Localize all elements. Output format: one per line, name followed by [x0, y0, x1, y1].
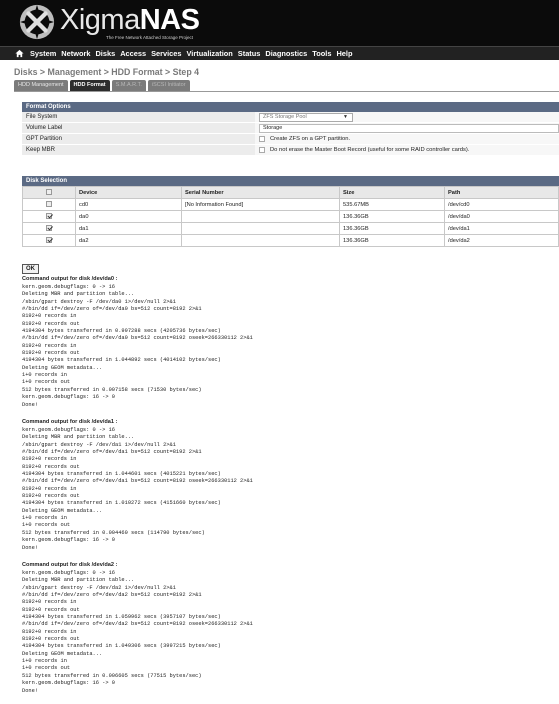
- keep-mbr-text: Do not erase the Master Boot Record (use…: [270, 146, 470, 153]
- disk-table: Device Serial Number Size Path cd0 [No I…: [22, 186, 559, 247]
- format-options-panel: Format Options File System ZFS Storage P…: [22, 102, 559, 156]
- row-checkbox-cell: [22, 234, 76, 247]
- size-cell: 136.36GB: [339, 210, 445, 223]
- logo-tagline: The Free Network Attached Storage Projec…: [106, 34, 194, 40]
- serial-cell: [181, 222, 340, 235]
- keep-mbr-label: Keep MBR: [22, 145, 255, 155]
- menu-help[interactable]: Help: [336, 49, 352, 58]
- menu-access[interactable]: Access: [120, 49, 146, 58]
- keep-mbr-row: Keep MBR Do not erase the Master Boot Re…: [22, 145, 559, 156]
- menu-tools[interactable]: Tools: [312, 49, 331, 58]
- tab-iscsi-initiator[interactable]: iSCSI Initiator: [147, 80, 190, 91]
- col-serial: Serial Number: [181, 186, 340, 199]
- command-output-title: Command output for disk /dev/da0 :: [22, 276, 118, 282]
- path-cell: /dev/cd0: [444, 198, 559, 211]
- file-system-label: File System: [22, 112, 255, 122]
- command-output-text: kern.geom.debugflags: 0 -> 16 Deleting M…: [22, 570, 253, 694]
- row-checkbox[interactable]: [46, 212, 52, 219]
- table-row: da0 136.36GB /dev/da0: [22, 210, 559, 223]
- menu-status[interactable]: Status: [238, 49, 261, 58]
- row-checkbox[interactable]: [46, 224, 52, 231]
- gpt-partition-label: GPT Partition: [22, 134, 255, 144]
- xigmanas-logo[interactable]: XigmaNAS The Free Network Attached Stora…: [18, 3, 200, 41]
- device-cell: da0: [75, 210, 182, 223]
- size-cell: 136.36GB: [339, 234, 445, 247]
- select-all-checkbox[interactable]: [46, 188, 52, 195]
- breadcrumb: Disks > Management > HDD Format > Step 4: [14, 67, 200, 77]
- tab-bar: HDD Management HDD Format S.M.A.R.T. iSC…: [14, 80, 192, 91]
- path-cell: /dev/da2: [444, 234, 559, 247]
- device-cell: da1: [75, 222, 182, 235]
- chevron-down-icon: ▼: [343, 113, 348, 120]
- select-all-cell: [22, 186, 76, 199]
- table-row: cd0 [No Information Found] 535.67MB /dev…: [22, 198, 559, 211]
- col-path: Path: [444, 186, 559, 199]
- table-row: da1 136.36GB /dev/da1: [22, 222, 559, 235]
- path-cell: /dev/da1: [444, 222, 559, 235]
- volume-label-row: Volume Label Storage: [22, 123, 559, 134]
- col-size: Size: [339, 186, 445, 199]
- serial-cell: [181, 210, 340, 223]
- menu-network[interactable]: Network: [61, 49, 90, 58]
- app-header: XigmaNAS The Free Network Attached Stora…: [0, 0, 559, 46]
- file-system-row: File System ZFS Storage Pool ▼: [22, 112, 559, 123]
- logo-emblem-icon: [19, 4, 55, 40]
- row-checkbox-cell: [22, 222, 76, 235]
- gpt-partition-row: GPT Partition Create ZFS on a GPT partit…: [22, 134, 559, 145]
- row-checkbox[interactable]: [46, 236, 52, 243]
- size-cell: 136.36GB: [339, 222, 445, 235]
- logo-word-b: NAS: [139, 3, 200, 36]
- menu-diagnostics[interactable]: Diagnostics: [265, 49, 307, 58]
- table-row: da2 136.36GB /dev/da2: [22, 234, 559, 247]
- disk-selection-title: Disk Selection: [22, 176, 559, 186]
- menu-virtualization[interactable]: Virtualization: [187, 49, 233, 58]
- volume-label-label: Volume Label: [22, 123, 255, 133]
- gpt-partition-text: Create ZFS on a GPT partition.: [270, 135, 351, 142]
- command-output-da0: Command output for disk /dev/da0 : kern.…: [22, 275, 552, 409]
- volume-label-input[interactable]: Storage: [259, 123, 559, 133]
- serial-cell: [No Information Found]: [181, 198, 340, 211]
- col-device: Device: [75, 186, 182, 199]
- menu-services[interactable]: Services: [151, 49, 181, 58]
- tab-smart[interactable]: S.M.A.R.T.: [111, 80, 146, 91]
- command-output-da2: Command output for disk /dev/da2 : kern.…: [22, 561, 552, 695]
- file-system-select[interactable]: ZFS Storage Pool ▼: [259, 112, 353, 122]
- command-output-title: Command output for disk /dev/da2 :: [22, 562, 118, 568]
- main-menu: System Network Disks Access Services Vir…: [0, 46, 559, 60]
- device-cell: cd0: [75, 198, 182, 211]
- disk-selection-panel: Disk Selection Device Serial Number Size…: [22, 176, 559, 247]
- tab-hdd-format[interactable]: HDD Format: [69, 80, 110, 91]
- ok-button[interactable]: OK: [22, 264, 39, 274]
- device-cell: da2: [75, 234, 182, 247]
- path-cell: /dev/da0: [444, 210, 559, 223]
- command-output-da1: Command output for disk /dev/da1 : kern.…: [22, 418, 552, 552]
- format-options-title: Format Options: [22, 102, 559, 112]
- file-system-select-value: ZFS Storage Pool: [263, 113, 307, 120]
- keep-mbr-checkbox[interactable]: [259, 147, 265, 153]
- gpt-partition-checkbox[interactable]: [259, 136, 265, 142]
- tab-hdd-management[interactable]: HDD Management: [14, 80, 68, 91]
- command-output-text: kern.geom.debugflags: 0 -> 16 Deleting M…: [22, 427, 253, 551]
- row-checkbox[interactable]: [46, 200, 52, 207]
- size-cell: 535.67MB: [339, 198, 445, 211]
- row-checkbox-cell: [22, 210, 76, 223]
- menu-system[interactable]: System: [30, 49, 56, 58]
- row-checkbox-cell: [22, 198, 76, 211]
- tab-divider: [14, 91, 559, 92]
- serial-cell: [181, 234, 340, 247]
- command-output-text: kern.geom.debugflags: 0 -> 16 Deleting M…: [22, 284, 253, 408]
- home-icon[interactable]: [15, 49, 24, 58]
- disk-table-header: Device Serial Number Size Path: [22, 186, 559, 199]
- menu-disks[interactable]: Disks: [95, 49, 115, 58]
- command-output-title: Command output for disk /dev/da1 :: [22, 419, 118, 425]
- logo-word-a: Xigma: [60, 3, 140, 36]
